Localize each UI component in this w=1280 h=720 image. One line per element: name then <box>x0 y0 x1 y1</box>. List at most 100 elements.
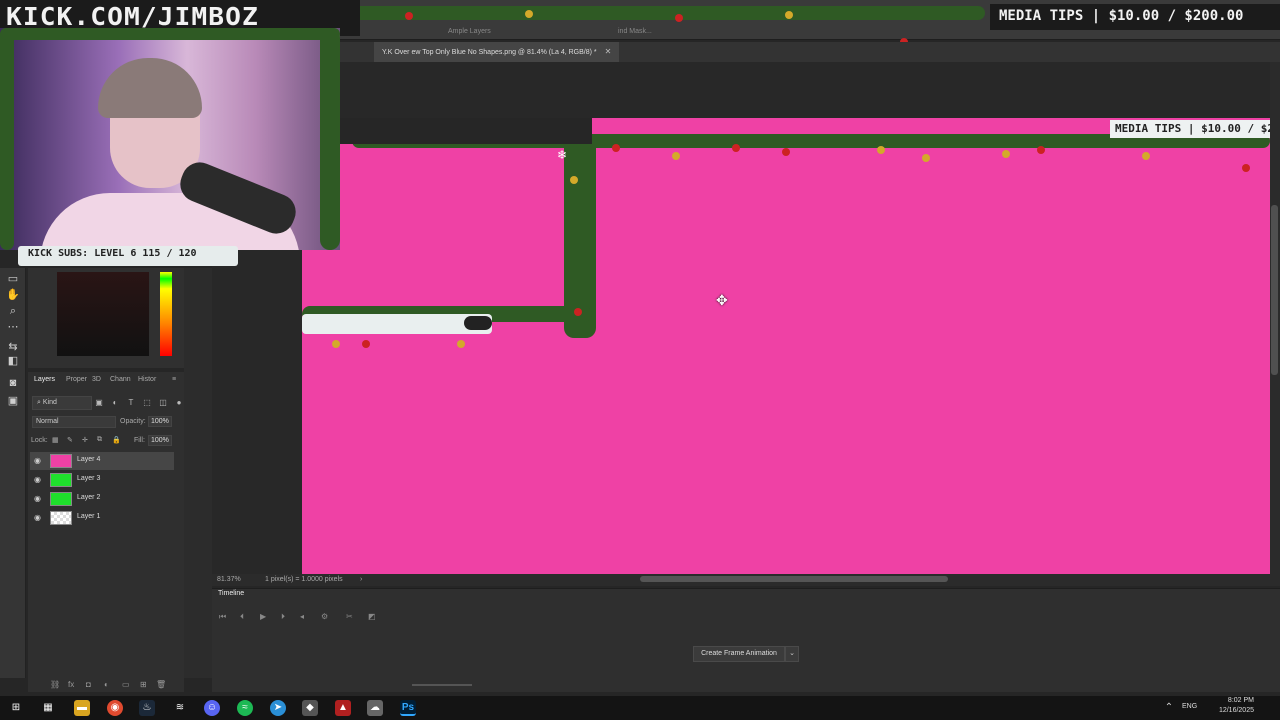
transition-icon[interactable]: ◩ <box>368 612 376 621</box>
layer-name: Layer 1 <box>77 513 101 520</box>
app-icon[interactable]: ☁ <box>367 700 383 716</box>
timeline-panel <box>212 588 1280 692</box>
tools-bar: ▭ ✋ ⌕ ⋯ ⇆ ◧ ◙ ▣ <box>0 268 26 678</box>
filter-toggle-icon[interactable]: ● <box>174 398 184 408</box>
chevron-down-icon[interactable]: ⌄ <box>785 646 799 662</box>
new-layer-icon[interactable]: ⊞ <box>140 680 147 689</box>
shape-filter-icon[interactable]: ⬚ <box>142 398 152 408</box>
more-tools-icon[interactable]: ⋯ <box>5 320 21 334</box>
new-group-icon[interactable]: ▭ <box>122 680 130 689</box>
layer-thumbnail <box>50 511 72 525</box>
timeline-tab[interactable]: Timeline <box>218 590 244 597</box>
app-icon[interactable]: ◆ <box>302 700 318 716</box>
layer-row-1[interactable]: ◉ Layer 1 <box>30 509 174 527</box>
stream-brand-text: KICK.COM/JIMBOZ <box>6 2 259 31</box>
color-picker-field[interactable] <box>57 272 149 356</box>
document-tab-strip: Y.K Over ew Top Only Blue No Shapes.png … <box>340 28 1280 62</box>
eye-icon[interactable]: ◉ <box>34 513 44 523</box>
screen-mode-icon[interactable]: ▣ <box>5 394 21 408</box>
delete-layer-icon[interactable]: 🗑 <box>156 680 166 689</box>
panel-menu-icon[interactable]: ≡ <box>172 376 176 383</box>
terminal-icon[interactable]: ≋ <box>172 700 188 716</box>
zoom-tool-icon[interactable]: ⌕ <box>5 304 21 318</box>
close-icon[interactable]: ✕ <box>605 47 612 56</box>
vertical-scrollbar[interactable] <box>1271 205 1278 375</box>
document-tab-label: Ample Layers <box>448 28 491 35</box>
lock-label: Lock: <box>31 437 48 444</box>
hue-slider[interactable] <box>160 272 172 356</box>
adjustment-filter-icon[interactable]: ◐ <box>110 398 120 408</box>
layer-kind-filter[interactable]: ⌕ Kind <box>32 396 92 410</box>
layer-row-4[interactable]: ◉ Layer 4 <box>30 452 174 470</box>
tray-overflow-icon[interactable]: ⌃ <box>1164 700 1174 716</box>
layer-style-icon[interactable]: fx <box>68 680 74 689</box>
tab-layers[interactable]: Layers <box>34 376 55 383</box>
link-layers-icon[interactable]: ⛓ <box>50 680 60 689</box>
create-frame-animation-button[interactable]: Create Frame Animation <box>693 646 785 662</box>
screen: Y.K Over ew Top Only Blue No Shapes.png … <box>0 0 1280 720</box>
clock-date[interactable]: 12/16/2025 <box>1194 707 1254 714</box>
document-tab-2[interactable]: ind Mask... <box>610 22 660 42</box>
photoshop-icon[interactable]: Ps <box>400 700 416 716</box>
eye-icon[interactable]: ◉ <box>34 494 44 504</box>
hand-tool-icon[interactable]: ✋ <box>5 288 21 302</box>
split-icon[interactable]: ✂ <box>346 612 353 621</box>
type-filter-icon[interactable]: T <box>126 398 136 408</box>
quick-mask-icon[interactable]: ◙ <box>5 376 21 390</box>
swap-colors-icon[interactable]: ⇆ <box>5 340 21 354</box>
fill-input[interactable]: 100% <box>148 435 172 446</box>
canvas-transparent-region <box>302 118 592 144</box>
file-explorer-icon[interactable]: ▬ <box>74 700 90 716</box>
taskbar <box>0 696 1280 720</box>
eye-icon[interactable]: ◉ <box>34 456 44 466</box>
lock-all-icon[interactable]: 🔒 <box>112 436 121 444</box>
add-mask-icon[interactable]: ◘ <box>86 680 91 689</box>
first-frame-icon[interactable]: ⏮ <box>219 612 226 622</box>
task-view-icon[interactable]: ▦ <box>40 700 56 716</box>
document-tab-title: Y.K Over ew Top Only Blue No Shapes.png … <box>382 49 597 56</box>
next-frame-icon[interactable]: ⏵ <box>281 612 285 622</box>
lock-image-icon[interactable]: ✎ <box>67 436 73 444</box>
tab-channels[interactable]: Chann <box>110 376 131 383</box>
layer-row-2[interactable]: ◉ Layer 2 <box>30 490 174 508</box>
chrome-icon[interactable]: ◉ <box>107 700 123 716</box>
lock-transparent-icon[interactable]: ▦ <box>52 436 59 444</box>
smart-object-filter-icon[interactable]: ◫ <box>158 398 168 408</box>
status-arrow-icon[interactable]: › <box>360 576 362 583</box>
layer-name: Layer 2 <box>77 494 101 501</box>
play-icon[interactable]: ▶ <box>260 612 266 621</box>
start-icon[interactable]: ⊞ <box>8 700 24 716</box>
horizontal-scrollbar[interactable] <box>640 576 948 582</box>
document-info: 1 pixel(s) = 1.0000 pixels <box>265 576 343 583</box>
fill-label: Fill: <box>134 437 145 444</box>
layer-row-3[interactable]: ◉ Layer 3 <box>30 471 174 489</box>
tab-3d[interactable]: 3D <box>92 376 101 383</box>
pixel-filter-icon[interactable]: ▣ <box>94 398 104 408</box>
document-tab-active[interactable]: Y.K Over ew Top Only Blue No Shapes.png … <box>374 42 620 62</box>
telegram-icon[interactable]: ➤ <box>270 700 286 716</box>
app-icon[interactable]: ▲ <box>335 700 351 716</box>
opacity-input[interactable]: 100% <box>148 416 172 427</box>
lock-artboard-icon[interactable]: ⧉ <box>97 436 102 444</box>
eye-icon[interactable]: ◉ <box>34 475 44 485</box>
document-tab-1[interactable]: Ample Layers <box>440 22 499 42</box>
lock-position-icon[interactable]: ✛ <box>82 436 88 444</box>
previous-frame-icon[interactable]: ⏴ <box>240 612 244 622</box>
settings-icon[interactable]: ⚙ <box>321 612 328 621</box>
webcam-feed <box>0 28 340 250</box>
adjustment-layer-icon[interactable]: ◐ <box>104 680 109 689</box>
zoom-level[interactable]: 81.37% <box>217 576 241 583</box>
steam-icon[interactable]: ♨ <box>139 700 155 716</box>
discord-icon[interactable]: ☺ <box>204 700 220 716</box>
move-tool-icon[interactable]: ▭ <box>5 272 21 286</box>
tab-history[interactable]: Histor <box>138 376 156 383</box>
spotify-icon[interactable]: ≈ <box>237 700 253 716</box>
document-canvas[interactable]: ❄ <box>302 118 1270 574</box>
layer-thumbnail <box>50 473 72 487</box>
default-colors-icon[interactable]: ◧ <box>5 354 21 368</box>
audio-icon[interactable]: ◂ <box>300 612 304 621</box>
blend-mode-select[interactable]: Normal <box>32 416 116 428</box>
clock-time[interactable]: 8:02 PM <box>1194 697 1254 704</box>
timeline-zoom-slider[interactable] <box>412 684 472 686</box>
tab-properties[interactable]: Proper <box>66 376 87 383</box>
